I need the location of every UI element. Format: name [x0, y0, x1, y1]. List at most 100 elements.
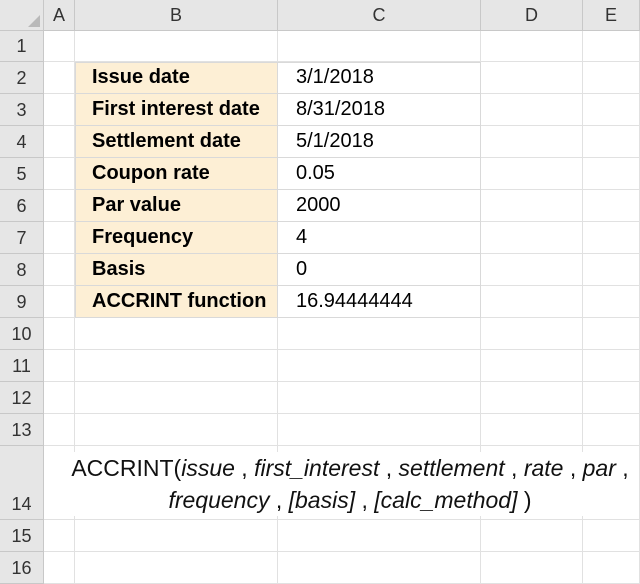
label-frequency[interactable]: Frequency — [75, 222, 278, 254]
grid-cell[interactable] — [278, 350, 481, 382]
label-coupon-rate[interactable]: Coupon rate — [75, 158, 278, 190]
grid-cell[interactable] — [44, 318, 75, 350]
grid-cell[interactable] — [44, 222, 75, 254]
row-header-5[interactable]: 5 — [0, 158, 44, 190]
grid-cell[interactable] — [481, 254, 583, 286]
row-header-9[interactable]: 9 — [0, 286, 44, 318]
row-header-13[interactable]: 13 — [0, 414, 44, 446]
grid-cell[interactable] — [278, 318, 481, 350]
row-header-1[interactable]: 1 — [0, 31, 44, 62]
grid-cell[interactable] — [481, 126, 583, 158]
grid-cell[interactable] — [75, 414, 278, 446]
grid-cell[interactable] — [583, 414, 640, 446]
row-header-8[interactable]: 8 — [0, 254, 44, 286]
value-settlement-date[interactable]: 5/1/2018 — [278, 126, 481, 158]
grid-cell[interactable] — [583, 552, 640, 584]
grid-cell[interactable] — [481, 158, 583, 190]
grid-cell[interactable] — [583, 94, 640, 126]
row-header-6[interactable]: 6 — [0, 190, 44, 222]
row-header-7[interactable]: 7 — [0, 222, 44, 254]
grid-cell[interactable] — [44, 31, 75, 62]
column-header-e[interactable]: E — [583, 0, 640, 31]
row-header-16[interactable]: 16 — [0, 552, 44, 584]
label-basis[interactable]: Basis — [75, 254, 278, 286]
column-header-b[interactable]: B — [75, 0, 278, 31]
grid-cell[interactable] — [75, 520, 278, 552]
row-header-14[interactable]: 14 — [0, 446, 44, 520]
grid-cell[interactable] — [481, 552, 583, 584]
grid-cell[interactable] — [481, 94, 583, 126]
label-accrint-function[interactable]: ACCRINT function — [75, 286, 278, 318]
grid-cell[interactable] — [583, 254, 640, 286]
grid-cell[interactable] — [44, 158, 75, 190]
grid-cell[interactable] — [44, 190, 75, 222]
grid-cell[interactable] — [583, 382, 640, 414]
grid-cell[interactable] — [481, 31, 583, 62]
grid-cell[interactable] — [481, 222, 583, 254]
label-par-value[interactable]: Par value — [75, 190, 278, 222]
grid-cell[interactable] — [481, 520, 583, 552]
grid-cell[interactable] — [481, 318, 583, 350]
label-issue-date[interactable]: Issue date — [75, 62, 278, 94]
grid-cell[interactable] — [44, 286, 75, 318]
grid-cell[interactable] — [44, 94, 75, 126]
row-header-2[interactable]: 2 — [0, 62, 44, 94]
grid-cell[interactable] — [583, 158, 640, 190]
grid-cell[interactable] — [481, 414, 583, 446]
grid-cell[interactable] — [278, 382, 481, 414]
grid-cell[interactable] — [75, 31, 278, 62]
column-header-c[interactable]: C — [278, 0, 481, 31]
label-settlement-date[interactable]: Settlement date — [75, 126, 278, 158]
spreadsheet-grid[interactable]: A B C D E 1 2 3 4 5 6 7 8 9 10 11 12 13 … — [0, 0, 640, 584]
row-header-15[interactable]: 15 — [0, 520, 44, 552]
grid-cell[interactable] — [44, 520, 75, 552]
grid-cell[interactable] — [583, 62, 640, 94]
value-first-interest-date[interactable]: 8/31/2018 — [278, 94, 481, 126]
grid-cell[interactable] — [583, 286, 640, 318]
value-frequency[interactable]: 4 — [278, 222, 481, 254]
grid-cell[interactable] — [583, 190, 640, 222]
row-header-3[interactable]: 3 — [0, 94, 44, 126]
grid-cell[interactable] — [75, 318, 278, 350]
grid-cell[interactable] — [278, 520, 481, 552]
grid-cell[interactable] — [583, 318, 640, 350]
grid-cell[interactable] — [481, 190, 583, 222]
grid-cell[interactable] — [481, 350, 583, 382]
grid-cell[interactable] — [44, 350, 75, 382]
grid-cell[interactable] — [44, 126, 75, 158]
grid-cell[interactable] — [75, 552, 278, 584]
grid-cell[interactable] — [75, 382, 278, 414]
grid-cell[interactable] — [278, 31, 481, 62]
label-first-interest-date[interactable]: First interest date — [75, 94, 278, 126]
value-coupon-rate[interactable]: 0.05 — [278, 158, 481, 190]
value-accrint-function[interactable]: 16.94444444 — [278, 286, 481, 318]
row-header-4[interactable]: 4 — [0, 126, 44, 158]
grid-cell[interactable] — [44, 254, 75, 286]
grid-cell[interactable] — [278, 414, 481, 446]
select-all-triangle-icon — [28, 15, 40, 27]
grid-cell[interactable] — [481, 62, 583, 94]
grid-cell[interactable] — [583, 350, 640, 382]
grid-cell[interactable] — [583, 520, 640, 552]
column-header-d[interactable]: D — [481, 0, 583, 31]
row-header-11[interactable]: 11 — [0, 350, 44, 382]
syntax-sep: , — [563, 455, 583, 481]
column-header-a[interactable]: A — [44, 0, 75, 31]
value-basis[interactable]: 0 — [278, 254, 481, 286]
row-header-12[interactable]: 12 — [0, 382, 44, 414]
grid-cell[interactable] — [44, 414, 75, 446]
value-par-value[interactable]: 2000 — [278, 190, 481, 222]
grid-cell[interactable] — [44, 382, 75, 414]
grid-cell[interactable] — [481, 382, 583, 414]
value-issue-date[interactable]: 3/1/2018 — [278, 62, 481, 94]
grid-cell[interactable] — [583, 31, 640, 62]
grid-cell[interactable] — [44, 62, 75, 94]
grid-cell[interactable] — [583, 222, 640, 254]
grid-cell[interactable] — [481, 286, 583, 318]
grid-cell[interactable] — [75, 350, 278, 382]
grid-cell[interactable] — [44, 552, 75, 584]
row-header-10[interactable]: 10 — [0, 318, 44, 350]
grid-cell[interactable] — [278, 552, 481, 584]
grid-cell[interactable] — [583, 126, 640, 158]
select-all-corner[interactable] — [0, 0, 44, 31]
